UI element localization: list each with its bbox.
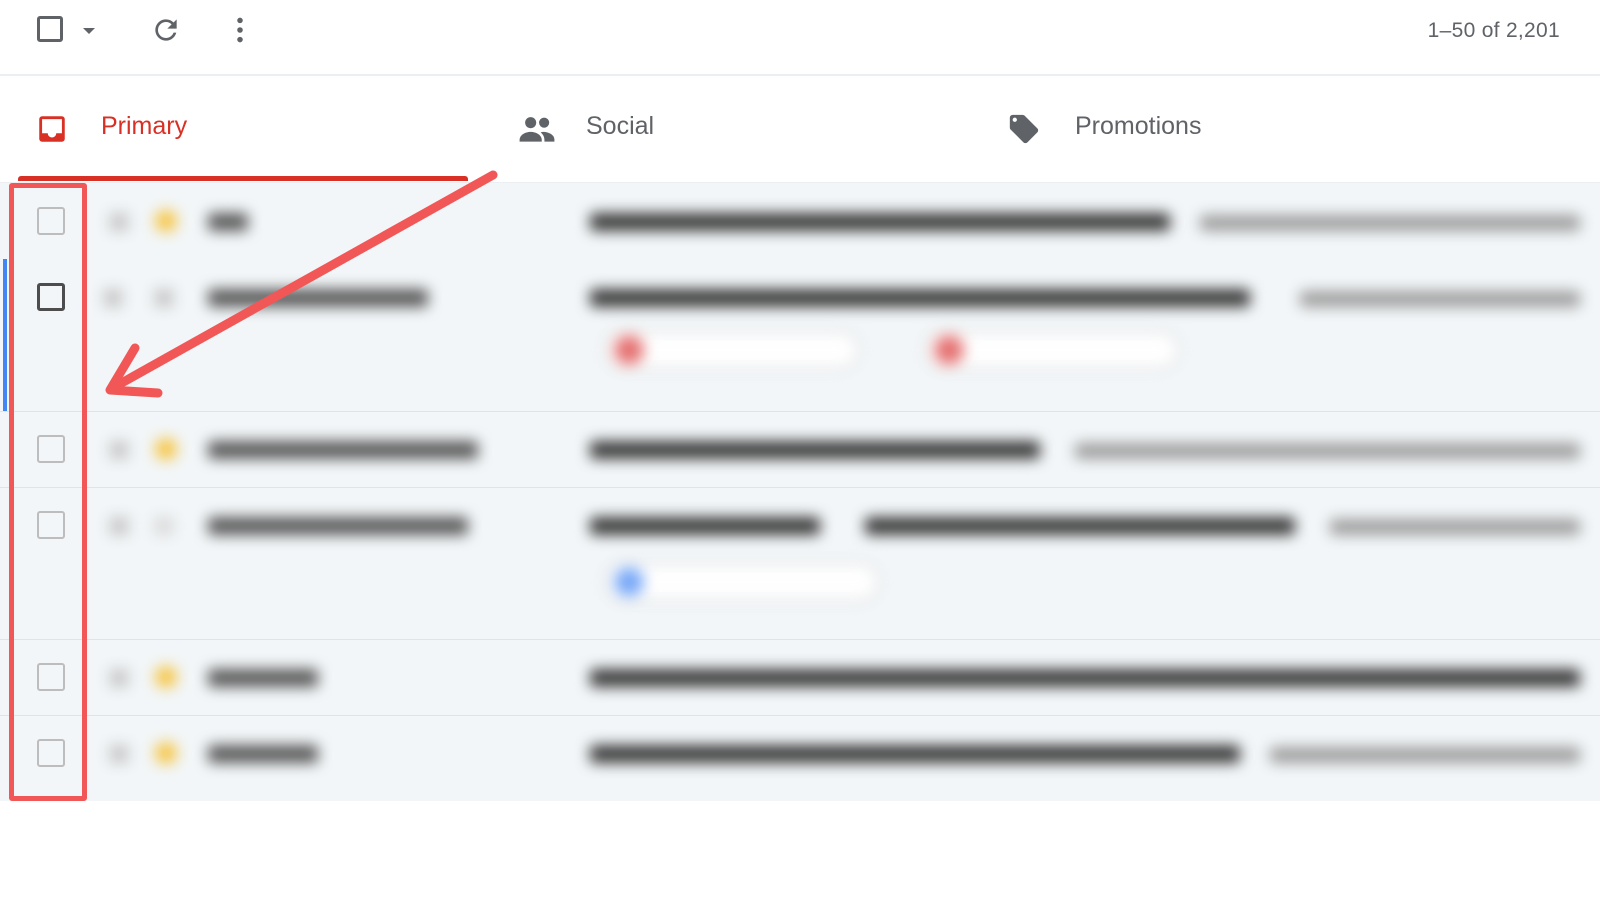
email-row[interactable] (0, 715, 1600, 801)
email-row[interactable] (0, 639, 1600, 716)
subject-redacted (590, 745, 1240, 763)
caret-down-icon[interactable] (83, 28, 95, 34)
toolbar: 1–50 of 2,201 (0, 0, 1600, 76)
sender-redacted (208, 289, 428, 307)
sender-redacted (208, 517, 468, 535)
sender-redacted (208, 441, 478, 459)
email-row[interactable] (0, 259, 1600, 412)
inbox-icon (39, 116, 65, 142)
tab-promotions[interactable]: Promotions (975, 76, 1445, 182)
subject-redacted (590, 289, 1250, 307)
attachment-chip (605, 563, 879, 601)
star-icon (155, 517, 173, 535)
more-vert-icon[interactable] (230, 14, 250, 46)
subject-redacted (590, 213, 1170, 231)
star-icon (155, 210, 177, 232)
attachment-file-icon (614, 335, 644, 365)
subject-redacted (590, 441, 1040, 459)
select-all-checkbox[interactable] (37, 16, 63, 42)
email-list (0, 183, 1600, 801)
tab-social[interactable]: Social (490, 76, 960, 182)
star-icon (155, 742, 177, 764)
focus-indicator (3, 259, 7, 411)
email-row[interactable] (0, 487, 1600, 640)
snippet-redacted (1270, 747, 1580, 763)
annotation-highlight-box (9, 183, 87, 801)
attachment-file-icon (934, 335, 964, 365)
tag-icon (1009, 114, 1039, 144)
snippet-redacted (1300, 291, 1580, 307)
important-marker (110, 441, 128, 459)
people-icon (519, 117, 555, 142)
subject-redacted (590, 517, 820, 535)
tab-primary[interactable]: Primary (0, 76, 470, 182)
category-tabs: Primary Social Promotions (0, 76, 1600, 183)
email-row[interactable] (0, 411, 1600, 488)
star-icon (155, 666, 177, 688)
sender-redacted (208, 669, 318, 687)
refresh-icon[interactable] (150, 14, 182, 46)
snippet-redacted (1200, 215, 1580, 231)
important-marker (104, 289, 122, 307)
subject-redacted (865, 517, 1295, 535)
sender-redacted (208, 213, 248, 231)
snippet-redacted (1075, 443, 1580, 459)
sender-redacted (208, 745, 318, 763)
important-marker (110, 213, 128, 231)
important-marker (110, 669, 128, 687)
email-row[interactable] (0, 183, 1600, 260)
subject-redacted (590, 669, 1580, 687)
important-marker (110, 745, 128, 763)
selected-tab-indicator (18, 176, 468, 181)
snippet-redacted (1330, 519, 1580, 535)
tab-primary-label: Primary (101, 112, 188, 140)
tab-promotions-label: Promotions (1075, 112, 1202, 140)
pagination-label: 1–50 of 2,201 (1427, 19, 1560, 42)
star-icon (155, 438, 177, 460)
attachment-file-icon (614, 567, 644, 597)
important-marker (110, 517, 128, 535)
tab-social-label: Social (586, 112, 655, 140)
star-icon (155, 289, 173, 307)
